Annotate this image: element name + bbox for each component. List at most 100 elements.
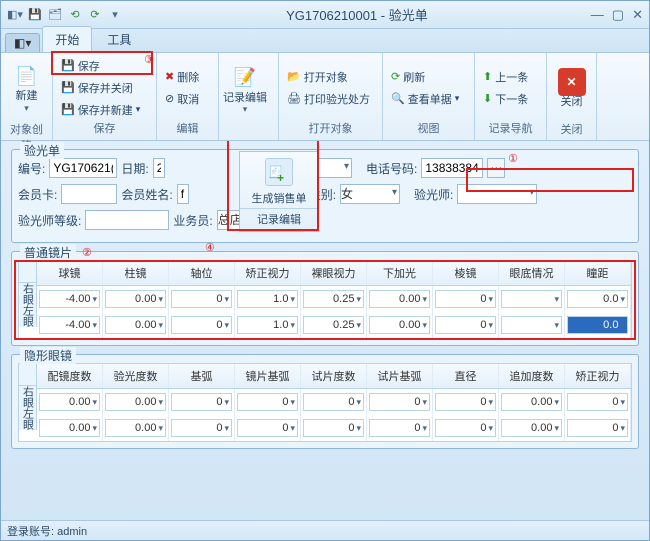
open-object-button[interactable]: 📂打开对象: [283, 67, 374, 87]
grid-cell[interactable]: 0▾: [369, 393, 430, 411]
grid-cell[interactable]: 0▾: [435, 290, 496, 308]
save-icon[interactable]: 💾: [27, 7, 43, 23]
grid-cell[interactable]: 0.00▾: [39, 393, 100, 411]
cancel-icon: ⊘: [165, 92, 174, 105]
close-button[interactable]: ✕ 关闭: [551, 55, 592, 121]
window-title: YG1706210001 - 验光单: [123, 5, 591, 24]
ribbon: 📄 新建 ▾ 对象创建 ③ 💾保存 💾保存并关闭 💾保存并新建▾ 保存: [1, 53, 649, 141]
next-record-button[interactable]: ⬇下一条: [479, 89, 532, 109]
save-close-icon: 💾: [61, 81, 75, 94]
phone-lookup-button[interactable]: ⋯: [487, 158, 505, 178]
mark-2: ②: [82, 246, 92, 259]
date-input[interactable]: [153, 158, 165, 178]
grid-cell[interactable]: 0▾: [567, 393, 628, 411]
sex-select[interactable]: 女: [340, 184, 400, 204]
titlebar: ◧▾ 💾 🗂 ⟲ ⟳ ▾ YG1706210001 - 验光单 — ▢ ✕: [1, 1, 649, 29]
tab-start[interactable]: 开始: [42, 26, 92, 52]
grid-cell[interactable]: 0▾: [303, 419, 364, 437]
col-header: 瞳距: [565, 261, 631, 285]
grid-cell[interactable]: -4.00▾: [39, 290, 100, 308]
close-window-icon[interactable]: ✕: [632, 7, 643, 23]
record-edit-button[interactable]: 📝 记录编辑 ▾: [223, 57, 267, 123]
undo-icon[interactable]: ⟲: [67, 7, 83, 23]
prev-record-button[interactable]: ⬆上一条: [479, 67, 532, 87]
grid-cell[interactable]: -4.00▾: [39, 316, 100, 334]
level-input[interactable]: [85, 210, 169, 230]
grid-cell[interactable]: 0▾: [369, 419, 430, 437]
lens-grid: 右眼 左眼 球镜柱镜轴位矫正视力裸眼视力下加光棱镜眼底情况瞳距 -4.00▾0.…: [18, 260, 632, 339]
contact-grid: 右眼 左眼 配镜度数验光度数基弧镜片基弧试片度数试片基弧直径追加度数矫正视力 0…: [18, 363, 632, 442]
card-input[interactable]: [61, 184, 117, 204]
grid-cell[interactable]: 0▾: [435, 393, 496, 411]
col-header: 球镜: [37, 261, 103, 285]
grid-cell[interactable]: 0.0▾: [567, 290, 628, 308]
maximize-icon[interactable]: ▢: [612, 7, 624, 23]
save-close-button[interactable]: 💾保存并关闭: [57, 78, 144, 98]
grid-cell[interactable]: 0.00▾: [501, 419, 562, 437]
grid-cell[interactable]: 0▾: [237, 419, 298, 437]
new-button[interactable]: 📄 新建 ▾: [5, 55, 48, 121]
refresh-icon: ⟳: [391, 70, 400, 83]
tab-tools[interactable]: 工具: [94, 26, 144, 52]
query-bill-button[interactable]: 🔍查看单据▾: [387, 89, 463, 109]
grid-cell[interactable]: 0▾: [567, 419, 628, 437]
grid-cell[interactable]: 0.00▾: [501, 393, 562, 411]
content-area: ④ 🧾+ 生成销售单 记录编辑 验光单 ① 编号: 日期: 门店: 总店 电话号…: [1, 141, 649, 520]
grid-cell[interactable]: 0▾: [171, 393, 232, 411]
grid-cell[interactable]: 0▾: [435, 419, 496, 437]
qat-dropdown-icon[interactable]: ◧▾: [7, 7, 23, 23]
optometrist-select[interactable]: [457, 184, 537, 204]
code-input[interactable]: [49, 158, 117, 178]
save-new-button[interactable]: 💾保存并新建▾: [57, 100, 144, 120]
grid-cell[interactable]: 0.00▾: [39, 419, 100, 437]
save-button[interactable]: 💾保存: [57, 56, 144, 76]
ribbon-tabs: ◧▾ 开始 工具: [1, 29, 649, 53]
optometrist-label: 验光师:: [414, 186, 453, 203]
grid-cell[interactable]: 0▾: [171, 316, 232, 334]
group-nav-label: 记录导航: [479, 120, 542, 138]
grid-cell[interactable]: 0.0▾: [567, 316, 628, 334]
grid-cell[interactable]: 0.00▾: [369, 316, 430, 334]
col-header: 试片基弧: [367, 364, 433, 388]
col-header: 配镜度数: [37, 364, 103, 388]
grid-cell[interactable]: ▾: [501, 316, 562, 334]
grid-cell[interactable]: 0.25▾: [303, 316, 364, 334]
grid-cell[interactable]: 1.0▾: [237, 316, 298, 334]
minimize-icon[interactable]: —: [591, 7, 604, 23]
grid-cell[interactable]: 0.00▾: [105, 393, 166, 411]
card-label: 会员卡:: [18, 186, 57, 203]
group-close-label: 关闭: [551, 121, 592, 139]
refresh-button[interactable]: ⟳刷新: [387, 67, 463, 87]
print-rx-button[interactable]: 🖨打印验光处方: [283, 89, 374, 109]
grid-cell[interactable]: 0▾: [171, 419, 232, 437]
grid-cell[interactable]: 0▾: [303, 393, 364, 411]
redo-icon[interactable]: ⟳: [87, 7, 103, 23]
contact-fieldset: 隐形眼镜 右眼 左眼 配镜度数验光度数基弧镜片基弧试片度数试片基弧直径追加度数矫…: [11, 354, 639, 449]
clerk-label: 业务员:: [173, 212, 212, 229]
grid-cell[interactable]: 0.00▾: [105, 316, 166, 334]
col-header: 眼底情况: [499, 261, 565, 285]
grid-cell[interactable]: 0.25▾: [303, 290, 364, 308]
grid-cell[interactable]: 0▾: [435, 316, 496, 334]
col-header: 矫正视力: [565, 364, 631, 388]
phone-input[interactable]: [421, 158, 483, 178]
grid-cell[interactable]: 0.00▾: [105, 290, 166, 308]
grid-cell[interactable]: 1.0▾: [237, 290, 298, 308]
phone-label: 电话号码:: [366, 160, 417, 177]
gen-sale-button[interactable]: 生成销售单: [252, 188, 307, 208]
grid-cell[interactable]: 0.00▾: [369, 290, 430, 308]
grid-cell[interactable]: 0▾: [237, 393, 298, 411]
grid-cell[interactable]: 0.00▾: [105, 419, 166, 437]
left-eye-label: 左眼: [19, 408, 37, 430]
grid-cell[interactable]: ▾: [501, 290, 562, 308]
name-input[interactable]: [177, 184, 189, 204]
delete-button[interactable]: ✖删除: [161, 67, 203, 87]
save-close-icon[interactable]: 🗂: [47, 7, 63, 23]
col-header: 下加光: [367, 261, 433, 285]
file-menu-button[interactable]: ◧▾: [5, 33, 40, 52]
group-save-label: 保存: [57, 120, 152, 138]
grid-cell[interactable]: 0▾: [171, 290, 232, 308]
new-icon: 📄: [13, 62, 41, 90]
qat-more-icon[interactable]: ▾: [107, 7, 123, 23]
cancel-button[interactable]: ⊘取消: [161, 89, 203, 109]
